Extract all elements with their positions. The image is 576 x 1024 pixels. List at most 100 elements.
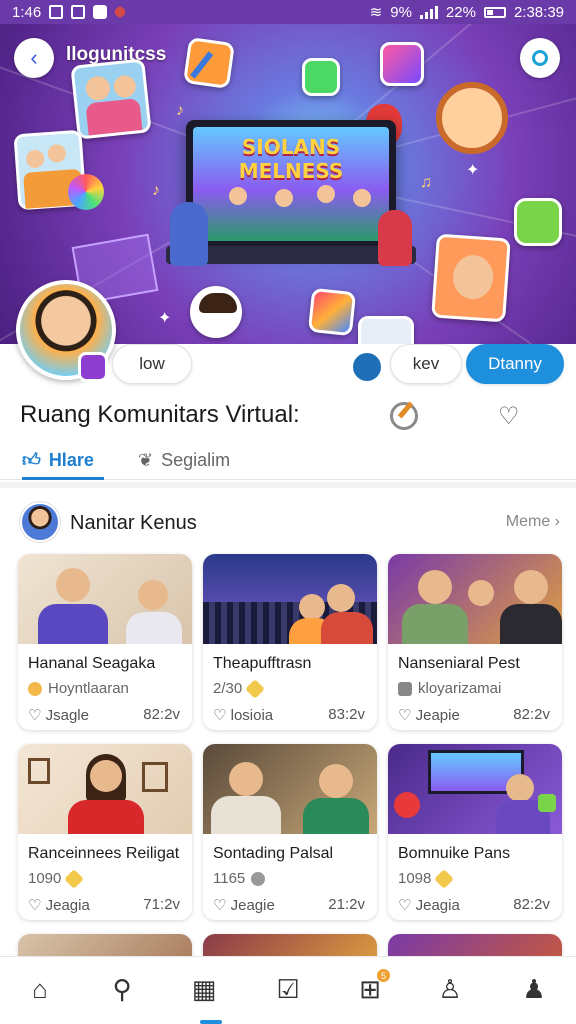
cards-app-sticker [307, 287, 357, 337]
card-thumbnail [18, 554, 192, 644]
video-card[interactable]: Ranceinnees Reiligat 1090 ♡ Jeagia 71:2v [18, 744, 192, 920]
heart-icon[interactable]: ♡ [398, 897, 416, 914]
card-subtitle: 2/30 [213, 678, 266, 699]
card-title: Nanseniaral Pest [398, 655, 520, 672]
card-like: ♡ Jeagia [398, 897, 460, 914]
status-right: ≋ 9% 22% 2:38:39 [369, 3, 564, 22]
colorful-ball-icon [68, 174, 104, 210]
card-thumbnail [18, 744, 192, 834]
see-more-label: Meme [505, 513, 551, 530]
card-duration: 82:2v [513, 706, 550, 723]
status-bar: 1:46 ≋ 9% 22% 2:38:39 [0, 0, 576, 24]
tab-bar: 👍︎ Hlare ❦ Segialim [0, 440, 576, 480]
tab-hlare[interactable]: 👍︎ Hlare [22, 440, 104, 480]
status-left: 1:46 [12, 4, 128, 21]
chevron-left-icon: ‹ [30, 45, 38, 70]
heart-icon[interactable]: ♡ [498, 402, 520, 431]
nav-search[interactable]: ⚲ [100, 971, 144, 1007]
heart-icon[interactable]: ♡ [28, 707, 46, 724]
card-subtitle: 1165 [213, 870, 266, 887]
tab-label: Hlare [48, 449, 94, 470]
chat-icon[interactable] [350, 350, 384, 384]
nav-profile[interactable]: ♙ [428, 971, 472, 1007]
tab-segialim[interactable]: ❦ Segialim [138, 440, 230, 480]
card-thumbnail [203, 744, 377, 834]
see-more-link[interactable]: Meme › [506, 513, 560, 531]
card-subtitle: Hoyntlaaran [28, 680, 129, 697]
heart-icon[interactable]: ♡ [213, 897, 231, 914]
sparkle-icon [434, 868, 455, 889]
heart-icon[interactable]: ♡ [28, 897, 46, 914]
sparkle-icon: ✦ [158, 310, 172, 327]
edit-icon[interactable] [390, 402, 418, 430]
bottom-nav: ⌂ ⚲ ▦ ☑ ⊞ 5 ♙ ♟ [0, 956, 576, 1024]
back-button[interactable]: ‹ [14, 38, 54, 78]
kev-pill-button[interactable]: kev [390, 344, 462, 384]
card-duration: 83:2v [328, 706, 365, 723]
lightbulb-button[interactable] [520, 38, 560, 78]
home-icon: ⌂ [32, 973, 48, 1004]
nav-active-indicator [200, 1020, 222, 1024]
section-avatar [20, 502, 60, 542]
nav-account[interactable]: ♟ [512, 971, 556, 1007]
chat-app-sticker [302, 58, 340, 96]
primary-action-button[interactable]: Dtanny [466, 344, 564, 384]
section-header: Nanitar Kenus Meme › [0, 500, 576, 544]
puzzle-icon [398, 681, 412, 696]
nav-games[interactable]: ⊞ 5 [348, 969, 392, 1007]
wifi-icon: ≋ [369, 4, 383, 21]
card-like: ♡ Jsagle [28, 707, 89, 724]
card-footer: ♡ Jeapie 82:2v [398, 706, 550, 724]
leaf-icon: ❦ [138, 449, 154, 470]
card-footer: ♡ Jeagie 21:2v [213, 896, 365, 914]
emoji-icon [28, 681, 42, 696]
card-footer: ♡ Jeagia 71:2v [28, 896, 180, 914]
card-subtitle: 1090 [28, 868, 85, 889]
nav-tasks[interactable]: ☑ [266, 971, 310, 1007]
tv-display: SIOLANS MELNESS [193, 127, 389, 241]
nav-calendar[interactable]: ▦ [182, 971, 226, 1007]
tv-screen-title: SIOLANS MELNESS [238, 135, 344, 183]
video-card[interactable]: Nanseniaral Pest kloyarizamai ♡ Jeapie 8… [388, 554, 562, 730]
card-footer: ♡ Jeagia 82:2v [398, 896, 550, 914]
battery-percent: 22% [445, 3, 476, 21]
sparkle-icon: ✦ [466, 162, 480, 179]
person-filled-icon: ♟ [522, 973, 546, 1004]
status-clock-right: 2:38:39 [513, 3, 564, 21]
chevron-right-icon: › [554, 513, 560, 530]
video-card[interactable]: Bomnuike Pans 1098 ♡ Jeagia 82:2v [388, 744, 562, 920]
card-duration: 21:2v [328, 896, 365, 913]
card-duration: 71:2v [143, 896, 180, 913]
card-duration: 82:2v [513, 896, 550, 913]
character-left [170, 202, 208, 266]
video-card[interactable]: Hananal Seagaka Hoyntlaaran ♡ Jsagle 82:… [18, 554, 192, 730]
family-sticker [70, 58, 152, 140]
video-card[interactable]: Theapufftrasn 2/30 ♡ losioia 83:2v [203, 554, 377, 730]
card-title: Ranceinnees Reiligat [28, 845, 180, 862]
tv-screen: SIOLANS MELNESS [186, 120, 396, 248]
app-icon [93, 5, 108, 19]
signal-text: 9% [390, 3, 412, 21]
green-message-sticker [514, 198, 562, 246]
card-footer: ♡ losioia 83:2v [213, 706, 365, 724]
card-like: ♡ losioia [213, 707, 274, 724]
low-pill-button[interactable]: low [112, 344, 192, 384]
card-like: ♡ Jeapie [398, 707, 460, 724]
community-badge-icon [78, 352, 108, 382]
tab-label: Segialim [161, 449, 231, 470]
search-icon: ⚲ [112, 973, 132, 1004]
ct-app-sticker [380, 42, 424, 86]
nav-home[interactable]: ⌂ [18, 971, 62, 1007]
heart-icon[interactable]: ♡ [398, 707, 416, 724]
music-note-icon: ♪ [176, 102, 184, 119]
card-like: ♡ Jeagia [28, 897, 90, 914]
card-title: Hananal Seagaka [28, 655, 156, 672]
video-card[interactable]: Sontading Palsal 1165 ♡ Jeagie 21:2v [203, 744, 377, 920]
heart-icon[interactable]: ♡ [213, 707, 231, 724]
card-subtitle: 1098 [398, 868, 455, 889]
battery-icon [483, 6, 506, 18]
music-note-icon: ♪ [152, 182, 160, 199]
gallery-icon [49, 5, 64, 19]
person-outline-icon: ♙ [438, 973, 462, 1004]
card-subtitle: kloyarizamai [398, 680, 501, 697]
